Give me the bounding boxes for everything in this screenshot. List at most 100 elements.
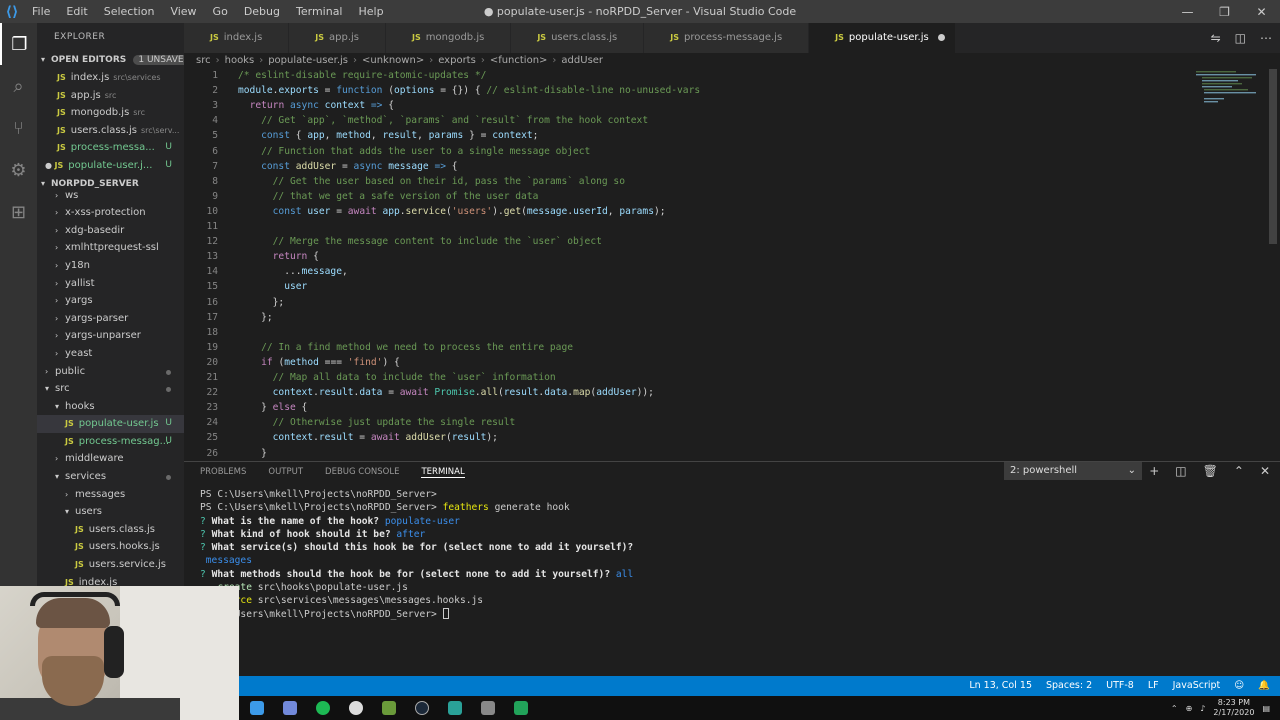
menu-item-help[interactable]: Help	[351, 0, 392, 23]
tree-file[interactable]: JS users.class.js	[37, 521, 184, 539]
new-terminal-icon[interactable]: +	[1149, 464, 1159, 478]
taskbar-app-icon[interactable]	[273, 696, 306, 720]
vscode-taskbar-icon[interactable]	[504, 696, 537, 720]
open-editor-item[interactable]: JS users.class.js src\serv...	[37, 122, 184, 140]
debug-icon[interactable]: ⚙	[0, 149, 37, 191]
tree-folder[interactable]: › y18n	[37, 257, 184, 275]
menu-item-terminal[interactable]: Terminal	[288, 0, 351, 23]
tree-folder[interactable]: › yallist	[37, 275, 184, 293]
breadcrumb-item[interactable]: <function>	[490, 55, 548, 66]
open-editor-item[interactable]: ● JS populate-user.j... U	[37, 157, 184, 175]
menu-item-view[interactable]: View	[162, 0, 204, 23]
explorer-icon[interactable]: ❐	[0, 23, 37, 65]
open-editor-item[interactable]: JS process-messa... U	[37, 139, 184, 157]
panel-tab-debug-console[interactable]: DEBUG CONSOLE	[325, 467, 399, 477]
spotify-icon[interactable]	[306, 696, 339, 720]
tree-folder[interactable]: › xmlhttprequest-ssl	[37, 239, 184, 257]
terminal-output[interactable]: PS C:\Users\mkell\Projects\noRPDD_Server…	[200, 488, 633, 621]
open-editor-item[interactable]: JS mongodb.js src	[37, 104, 184, 122]
end-of-line[interactable]: LF	[1148, 676, 1159, 696]
notifications-icon[interactable]: ▤	[1262, 704, 1270, 713]
tree-folder[interactable]: ▾ src	[37, 380, 184, 398]
tray-arrow-icon[interactable]: ⌃	[1171, 704, 1178, 713]
tree-file[interactable]: JS process-messag... U	[37, 433, 184, 451]
code-editor[interactable]: 1 /* eslint-disable require-atomic-update…	[184, 69, 1280, 461]
tree-file[interactable]: JS users.hooks.js	[37, 538, 184, 556]
breadcrumb-item[interactable]: <unknown>	[362, 55, 424, 66]
panel-tab-problems[interactable]: PROBLEMS	[200, 467, 246, 477]
bell-icon[interactable]: 🔔	[1258, 676, 1270, 696]
language-mode[interactable]: JavaScript	[1173, 676, 1221, 696]
clock[interactable]: 8:23 PM 2/17/2020	[1213, 698, 1254, 718]
menu-item-edit[interactable]: Edit	[58, 0, 95, 23]
split-editor-icon[interactable]: ◫	[1235, 31, 1246, 45]
network-icon[interactable]: ⊕	[1186, 704, 1193, 713]
terminal-app-icon[interactable]	[438, 696, 471, 720]
tree-folder[interactable]: › yargs-parser	[37, 310, 184, 328]
minecraft-icon[interactable]	[372, 696, 405, 720]
maximize-panel-icon[interactable]: ⌃	[1234, 464, 1244, 478]
tree-folder[interactable]: › xdg-basedir	[37, 222, 184, 240]
tree-folder[interactable]: › x-xss-protection	[37, 204, 184, 222]
tree-folder[interactable]: › yargs	[37, 292, 184, 310]
tree-folder[interactable]: › yargs-unparser	[37, 327, 184, 345]
search-icon[interactable]: ⌕	[0, 65, 37, 107]
tree-folder[interactable]: ▾ hooks	[37, 398, 184, 416]
close-icon[interactable]: ✕	[1243, 0, 1280, 23]
menu-item-selection[interactable]: Selection	[96, 0, 163, 23]
breadcrumb-item[interactable]: src	[196, 55, 211, 66]
file-tree: › ws › x-xss-protection › xdg-basedir › xmlhttp…	[37, 187, 184, 592]
panel-tab-output[interactable]: OUTPUT	[268, 467, 303, 477]
open-editor-item[interactable]: JS app.js src	[37, 87, 184, 105]
compare-icon[interactable]: ⇋	[1211, 31, 1221, 45]
minimap[interactable]	[1196, 69, 1266, 109]
extensions-icon[interactable]: ⊞	[0, 191, 37, 233]
tree-folder[interactable]: ▾ users	[37, 503, 184, 521]
tree-folder[interactable]: › public	[37, 363, 184, 381]
breadcrumb-item[interactable]: addUser	[561, 55, 603, 66]
split-terminal-icon[interactable]: ◫	[1175, 464, 1186, 478]
breadcrumb-item[interactable]: populate-user.js	[268, 55, 348, 66]
open-editor-item[interactable]: JS index.js src\services	[37, 69, 184, 87]
obs-icon[interactable]	[339, 696, 372, 720]
breadcrumb-item[interactable]: hooks	[225, 55, 255, 66]
line-number: 25	[206, 432, 218, 444]
tab-index-js[interactable]: JS index.js	[184, 23, 290, 53]
trash-icon[interactable]: 🗑	[1203, 464, 1218, 478]
panel-tab-terminal[interactable]: TERMINAL	[421, 467, 465, 478]
source-control-icon[interactable]: ⑂	[0, 107, 37, 149]
taskbar-app-icon[interactable]	[471, 696, 504, 720]
terminal-select[interactable]: 2: powershell ⌄	[1004, 462, 1142, 480]
tab-users-class-js[interactable]: JS users.class.js	[511, 23, 645, 53]
editor-scrollbar[interactable]	[1266, 69, 1280, 461]
bottom-panel: PROBLEMS OUTPUT DEBUG CONSOLE TERMINAL 2: p…	[184, 461, 1280, 676]
breadcrumb-item[interactable]: exports	[438, 55, 476, 66]
feedback-icon[interactable]: ☺	[1234, 676, 1244, 696]
tab-populate-user-js[interactable]: JS populate-user.js	[809, 23, 956, 53]
open-editors-header[interactable]: ▾ OPEN EDITORS 1 UNSAVED	[37, 51, 184, 69]
terminal-command-args: generate hook	[488, 502, 570, 514]
maximize-icon[interactable]: ❐	[1206, 0, 1243, 23]
indentation[interactable]: Spaces: 2	[1046, 676, 1092, 696]
volume-icon[interactable]: ♪	[1200, 704, 1205, 713]
tree-folder[interactable]: › middleware	[37, 450, 184, 468]
close-panel-icon[interactable]: ✕	[1260, 464, 1270, 478]
tree-file[interactable]: JS users.service.js	[37, 556, 184, 574]
encoding[interactable]: UTF-8	[1106, 676, 1134, 696]
tab-app-js[interactable]: JS app.js	[289, 23, 387, 53]
tab-mongodb-js[interactable]: JS mongodb.js	[386, 23, 512, 53]
more-actions-icon[interactable]: ⋯	[1260, 31, 1272, 45]
cursor-position[interactable]: Ln 13, Col 15	[969, 676, 1032, 696]
steam-icon[interactable]	[405, 696, 438, 720]
taskbar-app-icon[interactable]	[240, 696, 273, 720]
tree-folder[interactable]: ▾ services	[37, 468, 184, 486]
tree-folder[interactable]: › ws	[37, 187, 184, 205]
tree-folder[interactable]: › messages	[37, 486, 184, 504]
menu-item-go[interactable]: Go	[205, 0, 236, 23]
tab-process-message-js[interactable]: JS process-message.js	[644, 23, 810, 53]
menu-item-debug[interactable]: Debug	[236, 0, 288, 23]
tree-folder[interactable]: › yeast	[37, 345, 184, 363]
tree-file[interactable]: JS populate-user.js U	[37, 415, 184, 433]
menu-item-file[interactable]: File	[24, 0, 58, 23]
minimize-icon[interactable]: —	[1169, 0, 1206, 23]
